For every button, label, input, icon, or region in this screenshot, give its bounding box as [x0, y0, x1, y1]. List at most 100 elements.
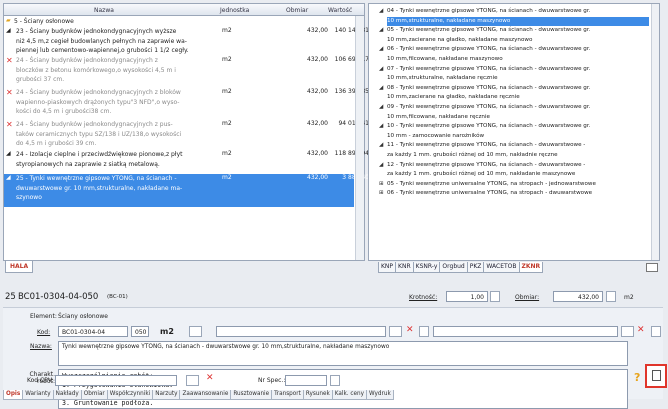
vertical-scrollbar[interactable]	[355, 16, 364, 260]
catalog-item[interactable]: za każdy 1 mm. grubości różnej od 10 mm,…	[387, 170, 649, 180]
bottom-tab[interactable]: Rusztowanie	[230, 390, 273, 400]
tree-arrow-icon[interactable]: ◢	[379, 65, 383, 75]
tree-arrow-icon[interactable]: ◢	[379, 45, 383, 55]
grid-icon[interactable]	[646, 263, 658, 272]
catalog-item[interactable]: ◢ 12 - Tynki wewnętrzne gipsowe YTONG, na…	[379, 161, 649, 171]
header-unit[interactable]: Jednostka	[220, 7, 249, 14]
help-icon[interactable]: ?	[634, 371, 640, 384]
kod-label: Kod:	[37, 329, 51, 336]
clear-icon[interactable]: ✕	[206, 373, 214, 383]
tree-arrow-icon[interactable]: ◢	[379, 26, 383, 36]
tab-ksnr-y[interactable]: KSNR-y	[412, 262, 441, 273]
bottom-tab[interactable]: Zaawansowanie	[179, 390, 232, 400]
catalog-item[interactable]: 10 mm,zacierane na gładko, nakładane mas…	[387, 36, 649, 46]
kod-extra-field[interactable]	[216, 326, 386, 337]
row-name-line: 24 - Ściany budynków jednokondygnacyjnyc…	[16, 89, 181, 96]
catalog-search-icon[interactable]	[189, 326, 202, 337]
catalog-item[interactable]: ⊞ 05 - Tynki wewnętrzne uniwersalne YTONG…	[379, 180, 649, 190]
catalog-item[interactable]: za każdy 1 mm. grubości różnej od 10 mm,…	[387, 151, 649, 161]
excluded-icon[interactable]: ✕	[6, 56, 13, 65]
catalog-item[interactable]: ◢ 07 - Tynki wewnętrzne gipsowe YTONG, na…	[379, 65, 649, 75]
catalog-search-icon[interactable]	[186, 375, 199, 386]
row-qty: 432,00	[307, 120, 328, 127]
catalog-item-text: 09 - Tynki wewnętrzne gipsowe YTONG, na …	[387, 104, 591, 110]
tab-wacetob[interactable]: WACETOB	[483, 262, 520, 273]
expand-arrow-icon[interactable]: ◢	[6, 174, 11, 181]
bottom-tab[interactable]: Narzuty	[152, 390, 181, 400]
table-row[interactable]: ◢ 25 - Tynki wewnętrzne gipsowe YTONG, na…	[4, 174, 369, 207]
bottom-tab[interactable]: Obmiar	[80, 390, 108, 400]
bottom-tab[interactable]: Współczynniki	[106, 390, 154, 400]
expand-plus-icon[interactable]: ⊞	[379, 189, 384, 199]
excluded-icon[interactable]: ✕	[6, 120, 13, 129]
tree-arrow-icon[interactable]: ◢	[379, 84, 383, 94]
catalog-item[interactable]: 10 mm,zacierane na gładko, nakładane ręc…	[387, 93, 649, 103]
tab-hala[interactable]: HALA	[5, 261, 34, 273]
catalog-item[interactable]: ◢ 04 - Tynki wewnętrzne gipsowe YTONG, na…	[379, 7, 649, 17]
highlighted-document-button[interactable]	[645, 364, 667, 388]
document-icon[interactable]	[419, 326, 429, 337]
tree-arrow-icon[interactable]: ◢	[379, 103, 383, 113]
tree-arrow-icon[interactable]: ◢	[379, 122, 383, 132]
catalog-search-icon[interactable]	[621, 326, 634, 337]
catalog-scrollbar[interactable]	[651, 4, 659, 260]
header-name[interactable]: Nazwa	[94, 7, 114, 14]
bottom-tab[interactable]: Rysunek	[302, 390, 333, 400]
document-icon[interactable]	[651, 326, 661, 337]
group-row[interactable]: ▰ 5 - Ściany osłonowe	[4, 17, 354, 27]
catalog-item[interactable]: ⊞ 06 - Tynki wewnętrzne uniwersalne YTONG…	[379, 189, 649, 199]
catalog-item[interactable]: 10 mm,filcowane, nakładane maszynowo	[387, 55, 649, 65]
bottom-tab[interactable]: Warianty	[22, 390, 54, 400]
document-icon[interactable]	[330, 375, 340, 386]
expand-arrow-icon[interactable]: ◢	[6, 150, 11, 157]
kod-suffix-field[interactable]: 050	[131, 326, 149, 337]
table-row[interactable]: ✕ 24 - Ściany budynków jednokondygnacyjny…	[4, 56, 369, 85]
cost-estimate-table: Nazwa Jednostka Obmiar Wartość ▰ 5 - Ści…	[3, 3, 369, 261]
catalog-item[interactable]: 10 mm,strukturalne, nakładane maszynowo	[387, 16, 649, 27]
excluded-icon[interactable]: ✕	[6, 88, 13, 97]
catalog-item[interactable]: 10 mm - zamocowanie narożników	[387, 132, 649, 142]
clear-icon[interactable]: ✕	[637, 325, 645, 335]
nazwa-textarea[interactable]: Tynki wewnętrzne gipsowe YTONG, na ścian…	[58, 341, 628, 366]
nr-spec-field[interactable]	[285, 375, 327, 386]
krotnosc-field[interactable]: 1,00	[446, 291, 488, 302]
bottom-tab[interactable]: Transport	[271, 390, 304, 400]
bottom-tab[interactable]: Opis	[3, 390, 24, 400]
clear-icon[interactable]: ✕	[406, 325, 414, 335]
tab-orgbud[interactable]: Orgbud	[439, 262, 468, 273]
catalog-item-text: 10 - Tynki wewnętrzne gipsowe YTONG, na …	[387, 123, 591, 130]
obmiar-field[interactable]: 432,00	[553, 291, 603, 302]
table-row[interactable]: ✕ 24 - Ściany budynków jednokondygnacyjny…	[4, 88, 369, 117]
catalog-item[interactable]: ◢ 06 - Tynki wewnętrzne gipsowe YTONG, na…	[379, 45, 649, 55]
catalog-item[interactable]: ◢ 08 - Tynki wewnętrzne gipsowe YTONG, na…	[379, 84, 649, 94]
tab-pkz[interactable]: PKZ	[466, 262, 485, 273]
table-row[interactable]: ✕ 24 - Ściany budynków jednokondygnacyjny…	[4, 120, 369, 149]
catalog-item[interactable]: ◢ 11 - Tynki wewnętrzne gipsowe YTONG, na…	[379, 141, 649, 151]
expand-arrow-icon[interactable]: ◢	[6, 27, 11, 34]
expand-plus-icon[interactable]: ⊞	[379, 180, 384, 190]
tab-knp[interactable]: KNP	[378, 262, 397, 273]
catalog-item[interactable]: 10 mm,filcowane, nakładane ręcznie	[387, 113, 649, 123]
tree-arrow-icon[interactable]: ◢	[379, 161, 383, 171]
bottom-tab[interactable]: Wydruk	[366, 390, 394, 400]
header-value[interactable]: Wartość	[328, 7, 352, 14]
header-qty[interactable]: Obmiar	[286, 7, 308, 14]
kod-extra-field-2[interactable]	[433, 326, 618, 337]
table-row[interactable]: ◢ 23 - Ściany budynków jednokondygnacyjny…	[4, 27, 369, 56]
tab-knr[interactable]: KNR	[395, 262, 414, 273]
kod-field[interactable]: BC01-0304-04	[58, 326, 128, 337]
tab-zknr[interactable]: ZKNR	[518, 262, 544, 273]
bottom-tab[interactable]: Nakłady	[52, 390, 82, 400]
document-icon[interactable]	[606, 291, 616, 302]
kod-cpv-field[interactable]	[55, 375, 177, 386]
catalog-item[interactable]: 10 mm,strukturalne, nakładane ręcznie	[387, 74, 649, 84]
catalog-item[interactable]: ◢ 09 - Tynki wewnętrzne gipsowe YTONG, na…	[379, 103, 649, 113]
bottom-tab[interactable]: Kalk. ceny	[331, 390, 367, 400]
tree-arrow-icon[interactable]: ◢	[379, 7, 383, 17]
catalog-item[interactable]: ◢ 05 - Tynki wewnętrzne gipsowe YTONG, na…	[379, 26, 649, 36]
tree-arrow-icon[interactable]: ◢	[379, 141, 383, 151]
document-icon[interactable]	[490, 291, 500, 302]
catalog-search-icon[interactable]	[389, 326, 402, 337]
table-row[interactable]: ◢ 24 - Izolacje cieplne i przeciwdźwiękow…	[4, 150, 369, 172]
catalog-item[interactable]: ◢ 10 - Tynki wewnętrzne gipsowe YTONG, na…	[379, 122, 649, 132]
